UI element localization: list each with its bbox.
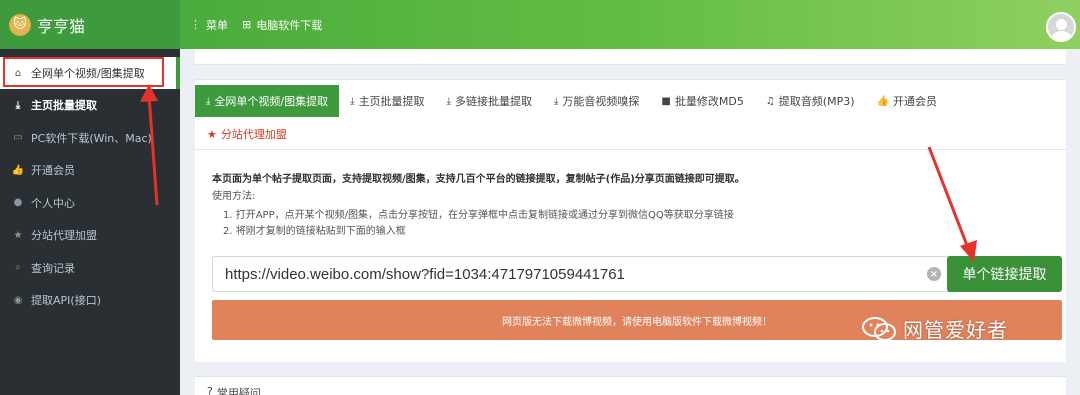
sidebar-item-agent[interactable]: ★ 分站代理加盟 — [0, 219, 180, 252]
faq-section: ? 常用疑问 — [195, 376, 1066, 395]
video-camera-icon: ■ — [661, 95, 671, 107]
tab-label: 开通会员 — [892, 95, 937, 108]
url-input-group: × 单个链接提取 — [212, 256, 1062, 292]
sidebar-item-label: 开通会员 — [31, 164, 75, 178]
thumbs-up-icon: 👍 — [876, 95, 889, 107]
avatar[interactable] — [1046, 12, 1076, 42]
tab-label: 全网单个视频/图集提取 — [214, 95, 329, 108]
intro-text: 本页面为单个帖子提取页面，支持提取视频/图集，支持几百个平台的链接提取，复制帖子… — [212, 174, 745, 185]
user-icon: ● — [13, 197, 23, 209]
download-icon: ⤓ — [15, 99, 21, 111]
pc-download-label: 电脑软件下载 — [256, 18, 323, 32]
tab-membership[interactable]: 👍 开通会员 — [866, 85, 948, 117]
menu-button[interactable]: ⋮ 菜单 — [190, 17, 228, 33]
sidebar-item-label: 分站代理加盟 — [31, 229, 97, 243]
extract-panel: ⤓ 全网单个视频/图集提取 ⤓ 主页批量提取 ⤓ 多链接批量提取 ⤓ 万能音视频… — [195, 79, 1066, 362]
sidebar-item-batch-extract[interactable]: ⤓ 主页批量提取 — [0, 89, 180, 122]
sidebar-item-profile[interactable]: ● 个人中心 — [0, 187, 180, 220]
tab-single-extract[interactable]: ⤓ 全网单个视频/图集提取 — [195, 85, 340, 117]
main-content: ⤓ 全网单个视频/图集提取 ⤓ 主页批量提取 ⤓ 多链接批量提取 ⤓ 万能音视频… — [180, 49, 1080, 395]
single-extract-button[interactable]: 单个链接提取 — [947, 256, 1062, 292]
faq-title: 常用疑问 — [216, 387, 261, 395]
howto-step-2: 2. 将刚才复制的链接粘贴到下面的输入框 — [223, 226, 406, 237]
menu-dots-icon: ⋮ — [190, 18, 201, 31]
top-nav: ⋮ 菜单 ⊞ 电脑软件下载 — [180, 0, 1080, 49]
tab-label: 分站代理加盟 — [220, 128, 287, 141]
sidebar-item-history[interactable]: ⌕ 查询记录 — [0, 252, 180, 285]
watermark: 网管爱好者 — [861, 314, 1008, 343]
pc-download-link[interactable]: ⊞ 电脑软件下载 — [242, 17, 322, 33]
search-icon: ⌕ — [15, 262, 21, 274]
url-input[interactable] — [213, 257, 927, 291]
star-icon: ★ — [207, 127, 217, 141]
sidebar: ⌂ 全网单个视频/图集提取 ⤓ 主页批量提取 ▭ PC软件下载(Win、Mac)… — [0, 49, 180, 395]
tab-label: 多链接批量提取 — [454, 95, 532, 108]
tab-md5[interactable]: ■ 批量修改MD5 — [650, 85, 754, 117]
cat-face-icon: 🐱 — [9, 13, 31, 36]
music-icon: ♫ — [765, 95, 775, 107]
divider — [195, 149, 1066, 150]
tab-bar: ⤓ 全网单个视频/图集提取 ⤓ 主页批量提取 ⤓ 多链接批量提取 ⤓ 万能音视频… — [195, 85, 1066, 117]
howto-title: 使用方法: — [212, 191, 256, 202]
tab-sniffer[interactable]: ⤓ 万能音视频嗅探 — [543, 85, 650, 117]
sidebar-item-label: 提取API(接口) — [31, 294, 101, 308]
tab-label: 提取音频(MP3) — [778, 95, 855, 108]
top-header: 🐱 亨亨猫 ⋮ 菜单 ⊞ 电脑软件下载 — [0, 0, 1080, 49]
desktop-icon: ▭ — [13, 132, 23, 144]
star-icon: ★ — [13, 229, 23, 241]
download-icon: ⤓ — [206, 95, 211, 107]
sidebar-item-api[interactable]: ◉ 提取API(接口) — [0, 284, 180, 317]
question-circle-icon: ? — [207, 385, 213, 395]
top-strip — [195, 49, 1066, 65]
wechat-icon — [862, 316, 896, 341]
watermark-text: 网管爱好者 — [903, 318, 1008, 342]
windows-apple-icon: ⊞ — [242, 18, 252, 31]
clear-icon[interactable]: × — [927, 267, 941, 281]
thumbs-up-icon: 👍 — [11, 164, 25, 176]
brand[interactable]: 🐱 亨亨猫 — [0, 0, 180, 49]
tab-label: 万能音视频嗅探 — [562, 95, 640, 108]
download-icon: ⤓ — [446, 95, 451, 107]
sidebar-item-label: PC软件下载(Win、Mac) — [31, 131, 152, 145]
menu-label: 菜单 — [206, 18, 228, 32]
download-icon: ⤓ — [350, 95, 355, 107]
download-icon: ⤓ — [553, 95, 559, 107]
sidebar-item-pc-software[interactable]: ▭ PC软件下载(Win、Mac) — [0, 122, 180, 155]
tab-label: 主页批量提取 — [358, 95, 425, 108]
howto-step-1: 1. 打开APP，点开某个视频/图集，点击分享按钮，在分享弹框中点击复制链接或通… — [223, 210, 734, 221]
tab-batch-extract[interactable]: ⤓ 主页批量提取 — [339, 85, 435, 117]
tab-agent[interactable]: ★ 分站代理加盟 — [195, 120, 287, 148]
sidebar-item-label: 查询记录 — [31, 261, 75, 275]
sidebar-item-membership[interactable]: 👍 开通会员 — [0, 154, 180, 187]
annotation-highlight-box — [3, 57, 164, 87]
tab-audio[interactable]: ♫ 提取音频(MP3) — [755, 85, 866, 117]
brand-title: 亨亨猫 — [37, 16, 86, 36]
sidebar-item-label: 个人中心 — [31, 196, 75, 210]
github-icon: ◉ — [13, 294, 23, 306]
tab-multi-link[interactable]: ⤓ 多链接批量提取 — [436, 85, 543, 117]
tab-label: 批量修改MD5 — [674, 95, 744, 108]
sidebar-item-label: 主页批量提取 — [31, 99, 97, 113]
